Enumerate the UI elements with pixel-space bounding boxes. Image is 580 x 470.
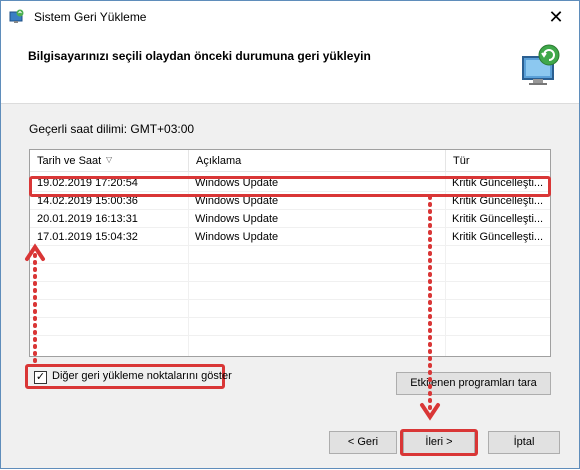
wizard-footer: < Geri İleri > İptal bbox=[1, 410, 579, 468]
title-bar: Sistem Geri Yükleme ✕ bbox=[1, 1, 579, 33]
scan-affected-programs-button[interactable]: Etkilenen programları tara bbox=[396, 372, 551, 395]
cell-date: 14.02.2019 15:00:36 bbox=[37, 195, 138, 207]
next-button[interactable]: İleri > bbox=[403, 431, 475, 454]
column-description-label: Açıklama bbox=[196, 155, 242, 167]
sort-arrow-icon: ▽ bbox=[106, 155, 113, 164]
column-date-label: Tarih ve Saat bbox=[37, 155, 102, 167]
cell-date: 20.01.2019 16:13:31 bbox=[37, 213, 138, 225]
back-button[interactable]: < Geri bbox=[329, 431, 397, 454]
table-row[interactable]: 20.01.2019 16:13:31 Windows Update Kriti… bbox=[30, 210, 550, 228]
page-heading: Bilgisayarınızı seçili olaydan önceki du… bbox=[28, 49, 371, 63]
grid-line bbox=[30, 281, 550, 282]
cell-description: Windows Update bbox=[195, 195, 279, 207]
checkbox-label: Diğer geri yükleme noktalarını göster bbox=[52, 370, 232, 382]
window-title: Sistem Geri Yükleme bbox=[34, 10, 147, 24]
cell-date: 17.01.2019 15:04:32 bbox=[37, 231, 138, 243]
list-header: Tarih ve Saat ▽ Açıklama Tür bbox=[30, 150, 550, 172]
cancel-button[interactable]: İptal bbox=[488, 431, 560, 454]
grid-line bbox=[30, 299, 550, 300]
cell-type: Kritik Güncelleşti... bbox=[452, 213, 544, 225]
wizard-header: Bilgisayarınızı seçili olaydan önceki du… bbox=[1, 33, 579, 103]
cell-description: Windows Update bbox=[195, 213, 279, 225]
table-row[interactable]: 14.02.2019 15:00:36 Windows Update Kriti… bbox=[30, 192, 550, 210]
column-header-type[interactable]: Tür bbox=[445, 150, 550, 172]
show-more-restore-points[interactable]: ✓ Diğer geri yükleme noktalarını göster bbox=[25, 364, 232, 389]
checkbox-checked-icon[interactable]: ✓ bbox=[34, 371, 47, 384]
grid-line bbox=[30, 335, 550, 336]
column-header-description[interactable]: Açıklama bbox=[188, 150, 445, 172]
column-header-date[interactable]: Tarih ve Saat ▽ bbox=[30, 150, 188, 172]
timezone-label: Geçerli saat dilimi: GMT+03:00 bbox=[29, 122, 195, 136]
column-type-label: Tür bbox=[453, 155, 470, 167]
system-restore-window: Sistem Geri Yükleme ✕ Bilgisayarınızı se… bbox=[0, 0, 580, 469]
cell-type: Kritik Güncelleşti... bbox=[452, 177, 544, 189]
cell-type: Kritik Güncelleşti... bbox=[452, 231, 544, 243]
table-row[interactable]: 19.02.2019 17:20:54 Windows Update Kriti… bbox=[30, 174, 550, 192]
cell-description: Windows Update bbox=[195, 177, 279, 189]
close-icon[interactable]: ✕ bbox=[533, 1, 579, 33]
cell-description: Windows Update bbox=[195, 231, 279, 243]
table-row[interactable]: 17.01.2019 15:04:32 Windows Update Kriti… bbox=[30, 228, 550, 246]
system-restore-app-icon bbox=[9, 9, 24, 23]
grid-line bbox=[30, 317, 550, 318]
grid-line bbox=[30, 263, 550, 264]
cell-type: Kritik Güncelleşti... bbox=[452, 195, 544, 207]
restore-points-list[interactable]: Tarih ve Saat ▽ Açıklama Tür 19.02.2019 … bbox=[29, 149, 551, 357]
cell-date: 19.02.2019 17:20:54 bbox=[37, 177, 138, 189]
system-restore-large-icon bbox=[522, 44, 560, 85]
